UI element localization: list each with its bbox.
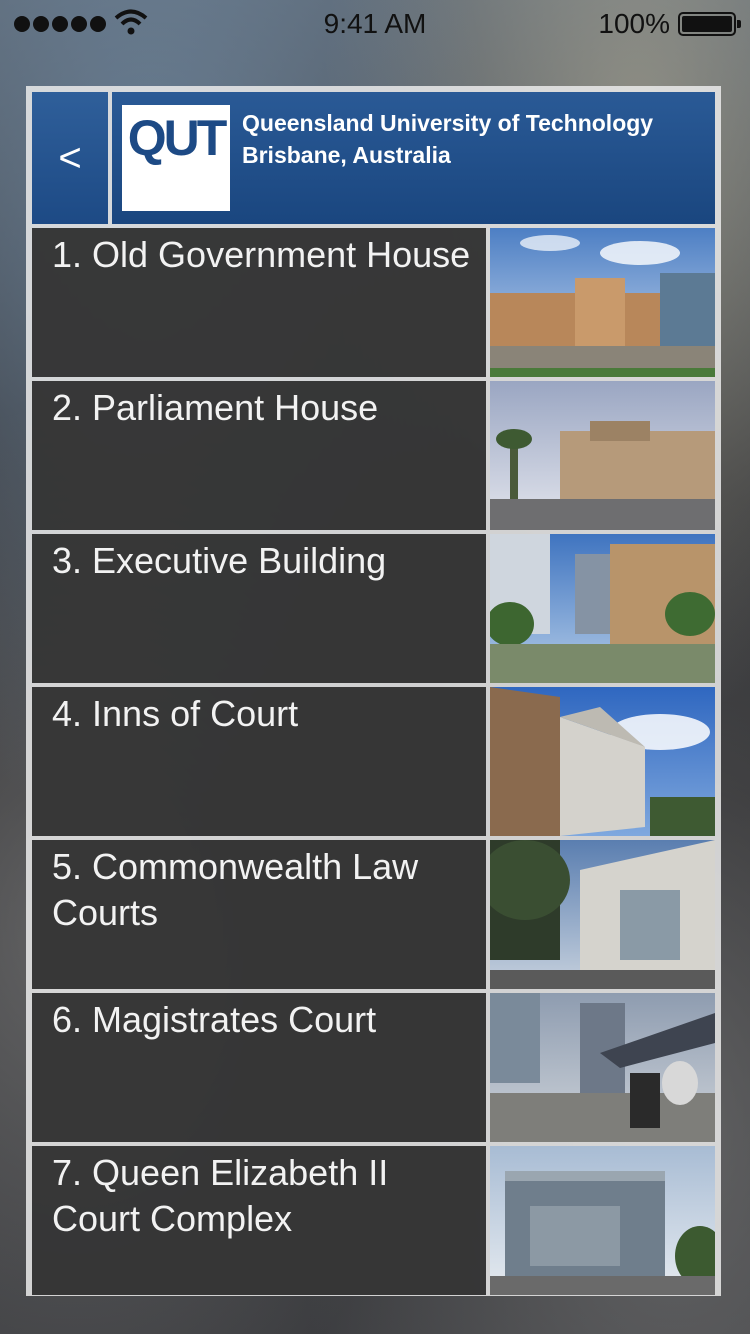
header: < QUT Queensland University of Technolog… [32, 92, 715, 224]
list-item-magistrates-court[interactable]: 6. Magistrates Court [32, 993, 715, 1142]
list-item-label[interactable]: 2. Parliament House [32, 381, 486, 530]
battery-icon [678, 12, 741, 36]
banner-title: Queensland University of Technology Bris… [242, 107, 653, 171]
location-list: 1. Old Government House 2. Parliament Ho… [32, 228, 715, 1295]
list-item-label[interactable]: 6. Magistrates Court [32, 993, 486, 1142]
list-item-parliament-house[interactable]: 2. Parliament House [32, 381, 715, 530]
queen-elizabeth-ii-court-complex-photo[interactable] [490, 1146, 715, 1295]
list-item-label[interactable]: 7. Queen Elizabeth II Court Complex [32, 1146, 486, 1295]
list-item-inns-of-court[interactable]: 4. Inns of Court [32, 687, 715, 836]
qut-logo: QUT [122, 105, 230, 211]
commonwealth-law-courts-photo[interactable] [490, 840, 715, 989]
locations-panel: < QUT Queensland University of Technolog… [26, 86, 721, 1296]
list-item-queen-elizabeth-ii-court-complex[interactable]: 7. Queen Elizabeth II Court Complex [32, 1146, 715, 1295]
list-item-label[interactable]: 4. Inns of Court [32, 687, 486, 836]
inns-of-court-photo[interactable] [490, 687, 715, 836]
executive-building-photo[interactable] [490, 534, 715, 683]
qut-banner: QUT Queensland University of Technology … [112, 92, 715, 224]
list-item-old-government-house[interactable]: 1. Old Government House [32, 228, 715, 377]
university-location: Brisbane, Australia [242, 142, 451, 168]
qut-logo-text: QUT [127, 110, 228, 166]
battery-percent: 100% [598, 8, 670, 39]
list-item-label[interactable]: 3. Executive Building [32, 534, 486, 683]
back-button[interactable]: < [32, 92, 108, 224]
list-item-label[interactable]: 5. Commonwealth Law Courts [32, 840, 486, 989]
list-item-executive-building[interactable]: 3. Executive Building [32, 534, 715, 683]
university-name: Queensland University of Technology [242, 110, 654, 136]
old-government-house-photo[interactable] [490, 228, 715, 377]
magistrates-court-photo[interactable] [490, 993, 715, 1142]
list-item-commonwealth-law-courts[interactable]: 5. Commonwealth Law Courts [32, 840, 715, 989]
status-bar: 9:41 AM 100% [0, 0, 750, 40]
list-item-label[interactable]: 1. Old Government House [32, 228, 486, 377]
parliament-house-photo[interactable] [490, 381, 715, 530]
